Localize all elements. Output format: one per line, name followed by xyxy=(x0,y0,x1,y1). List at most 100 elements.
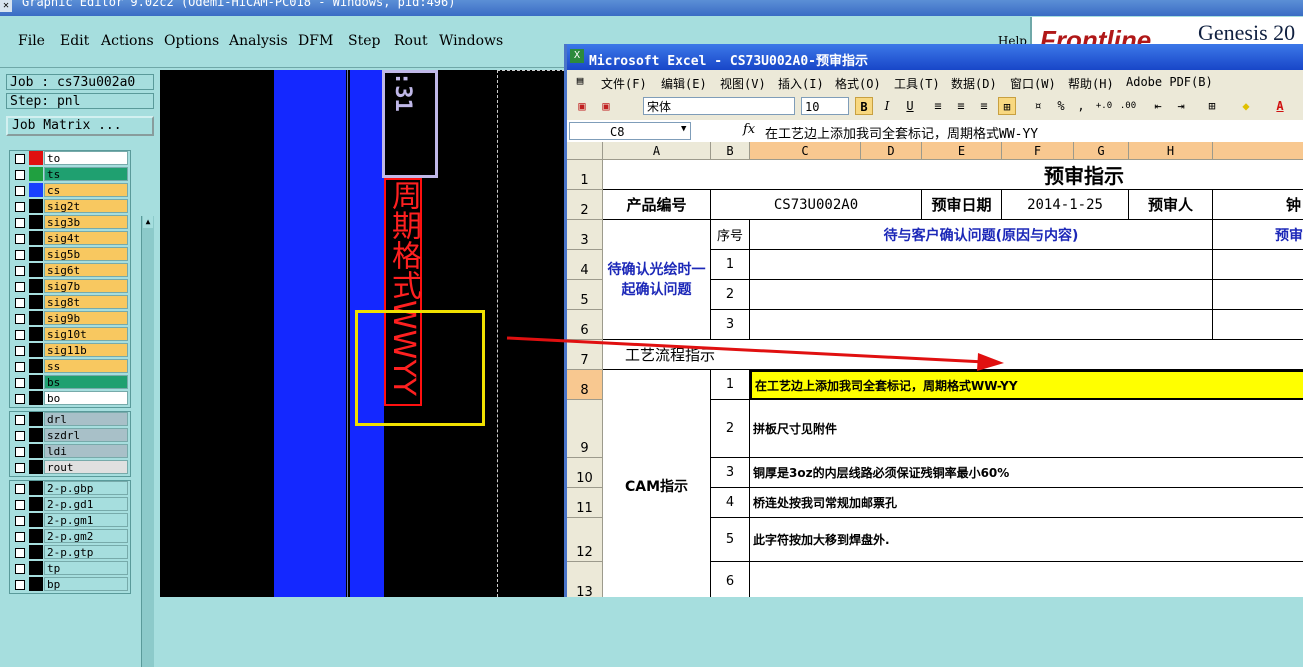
layer-row-2-p-gd1[interactable]: 2-p.gd1 xyxy=(10,497,130,513)
layer-name[interactable]: sig8t xyxy=(44,295,128,309)
layer-row-cs[interactable]: cs xyxy=(10,183,130,199)
pdf-mail-icon[interactable]: ▣ xyxy=(597,97,615,115)
confirm-seq-2[interactable]: 2 xyxy=(711,280,750,310)
layer-color-swatch[interactable] xyxy=(29,529,43,543)
menu-analysis[interactable]: Analysis xyxy=(229,33,288,49)
layer-name[interactable]: bp xyxy=(44,577,128,591)
row-header-7[interactable]: 7 xyxy=(567,340,603,370)
align-center-icon[interactable]: ≡ xyxy=(952,97,970,115)
increase-decimal-icon[interactable]: +.0 xyxy=(1095,97,1113,115)
process-label[interactable]: 工艺流程指示 xyxy=(603,340,1303,370)
layer-name[interactable]: sig4t xyxy=(44,231,128,245)
col-header-d[interactable]: D xyxy=(861,142,922,160)
layer-name[interactable]: sig5b xyxy=(44,247,128,261)
row-header-12[interactable]: 12 xyxy=(567,518,603,562)
layer-color-swatch[interactable] xyxy=(29,311,43,325)
row-header-11[interactable]: 11 xyxy=(567,488,603,518)
layer-color-swatch[interactable] xyxy=(29,183,43,197)
layer-scrollbar[interactable]: ▲ xyxy=(141,216,154,667)
col-header-e[interactable]: E xyxy=(922,142,1002,160)
fx-icon[interactable]: fx xyxy=(743,122,755,137)
row-header-4[interactable]: 4 xyxy=(567,250,603,280)
layer-name[interactable]: drl xyxy=(44,412,128,426)
increase-indent-icon[interactable]: ⇥ xyxy=(1172,97,1190,115)
layer-checkbox[interactable] xyxy=(15,532,25,542)
layer-color-swatch[interactable] xyxy=(29,497,43,511)
confirm-label[interactable]: 待确认光绘时一起确认问题 xyxy=(603,220,711,340)
excel-menu-format[interactable]: 格式(O) xyxy=(835,75,881,92)
layer-name[interactable]: sig6t xyxy=(44,263,128,277)
layer-checkbox[interactable] xyxy=(15,298,25,308)
select-all-corner[interactable] xyxy=(567,142,603,160)
reviewer-label[interactable]: 预审人 xyxy=(1129,190,1213,220)
cam-seq-4[interactable]: 4 xyxy=(711,488,750,518)
layer-name[interactable]: 2-p.gd1 xyxy=(44,497,128,511)
menu-rout[interactable]: Rout xyxy=(394,33,428,49)
layer-row-sig7b[interactable]: sig7b xyxy=(10,279,130,295)
layer-checkbox[interactable] xyxy=(15,314,25,324)
layer-row-tp[interactable]: tp xyxy=(10,561,130,577)
align-left-icon[interactable]: ≡ xyxy=(929,97,947,115)
layer-checkbox[interactable] xyxy=(15,516,25,526)
layer-name[interactable]: sig9b xyxy=(44,311,128,325)
excel-menu-data[interactable]: 数据(D) xyxy=(951,75,997,92)
layer-name[interactable]: sig10t xyxy=(44,327,128,341)
layer-color-swatch[interactable] xyxy=(29,327,43,341)
layer-name[interactable]: 2-p.gm2 xyxy=(44,529,128,543)
layer-row-sig6t[interactable]: sig6t xyxy=(10,263,130,279)
excel-menu-help[interactable]: 帮助(H) xyxy=(1068,75,1114,92)
excel-menu-file[interactable]: 文件(F) xyxy=(601,75,647,92)
comma-icon[interactable]: , xyxy=(1072,97,1090,115)
confirm-cell-2b[interactable] xyxy=(1213,280,1303,310)
col-header-c[interactable]: C xyxy=(750,142,861,160)
row-header-8[interactable]: 8 xyxy=(567,370,603,400)
layer-row-sig10t[interactable]: sig10t xyxy=(10,327,130,343)
layer-name[interactable]: sig3b xyxy=(44,215,128,229)
menu-options[interactable]: Options xyxy=(164,33,219,49)
layer-row-bs[interactable]: bs xyxy=(10,375,130,391)
date-value[interactable]: 2014-1-25 xyxy=(1002,190,1129,220)
layer-color-swatch[interactable] xyxy=(29,460,43,474)
cam-text-3[interactable]: 铜厚是3oz的内层线路必须保证残铜率最小60% xyxy=(750,458,1303,488)
percent-icon[interactable]: % xyxy=(1052,97,1070,115)
layer-color-swatch[interactable] xyxy=(29,231,43,245)
confirm-cell-1[interactable] xyxy=(750,250,1213,280)
graphic-canvas[interactable]: :31 周期格式WWYY xyxy=(160,70,565,597)
confirm-header[interactable]: 待与客户确认问题(原因与内容) xyxy=(750,220,1213,250)
layer-row-sig11b[interactable]: sig11b xyxy=(10,343,130,359)
layer-checkbox[interactable] xyxy=(15,580,25,590)
excel-menu-view[interactable]: 视图(V) xyxy=(720,75,766,92)
layer-color-swatch[interactable] xyxy=(29,247,43,261)
layer-color-swatch[interactable] xyxy=(29,577,43,591)
layer-color-swatch[interactable] xyxy=(29,375,43,389)
product-value[interactable]: CS73U002A0 xyxy=(711,190,922,220)
layer-checkbox[interactable] xyxy=(15,564,25,574)
row-header-13[interactable]: 13 xyxy=(567,562,603,597)
layer-checkbox[interactable] xyxy=(15,266,25,276)
layer-row-2-p-gbp[interactable]: 2-p.gbp xyxy=(10,481,130,497)
row-header-2[interactable]: 2 xyxy=(567,190,603,220)
col-header-f[interactable]: F xyxy=(1002,142,1074,160)
layer-checkbox[interactable] xyxy=(15,362,25,372)
excel-doc-icon[interactable]: ▤ xyxy=(571,72,589,90)
layer-name[interactable]: sig2t xyxy=(44,199,128,213)
confirm-cell-1b[interactable] xyxy=(1213,250,1303,280)
pdf-icon[interactable]: ▣ xyxy=(573,97,591,115)
layer-checkbox[interactable] xyxy=(15,500,25,510)
layer-name[interactable]: bs xyxy=(44,375,128,389)
layer-row-sig4t[interactable]: sig4t xyxy=(10,231,130,247)
reviewer-value[interactable]: 钟 xyxy=(1213,190,1303,220)
layer-name[interactable]: to xyxy=(44,151,128,165)
seq-label[interactable]: 序号 xyxy=(711,220,750,250)
cam-text-6[interactable] xyxy=(750,562,1303,597)
bold-icon[interactable]: B xyxy=(855,97,873,115)
fill-color-icon[interactable]: ◆ xyxy=(1237,97,1255,115)
cam-text-1-selected[interactable]: 在工艺边上添加我司全套标记，周期格式WW-YY xyxy=(750,370,1303,400)
layer-row-szdrl[interactable]: szdrl xyxy=(10,428,130,444)
layer-row-bo[interactable]: bo xyxy=(10,391,130,407)
layer-row-drl[interactable]: drl xyxy=(10,412,130,428)
row-header-3[interactable]: 3 xyxy=(567,220,603,250)
layer-row-ts[interactable]: ts xyxy=(10,167,130,183)
layer-checkbox[interactable] xyxy=(15,447,25,457)
cam-seq-6[interactable]: 6 xyxy=(711,562,750,597)
